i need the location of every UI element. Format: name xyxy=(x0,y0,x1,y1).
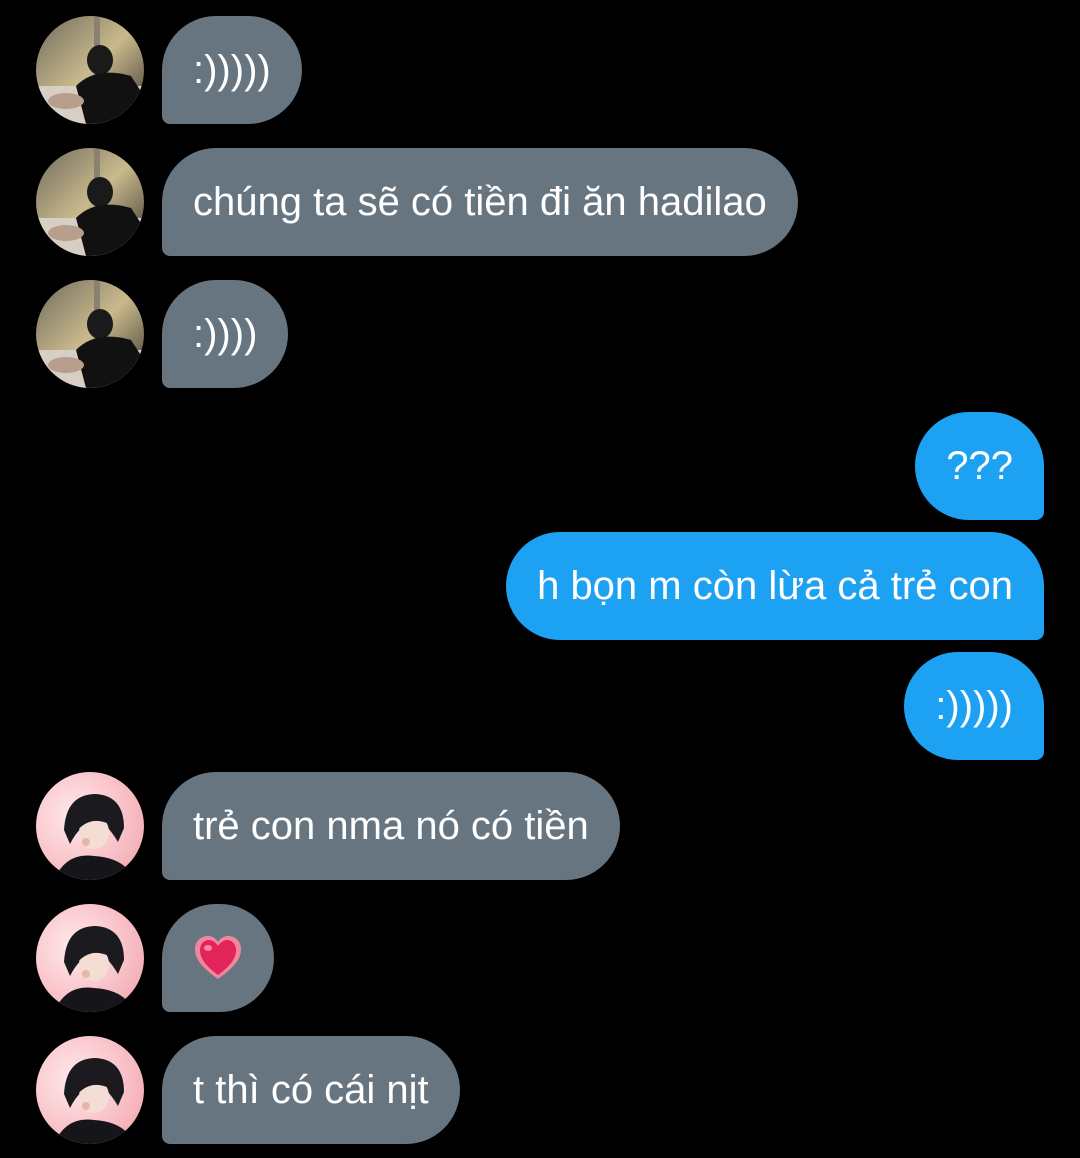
avatar[interactable] xyxy=(36,148,144,256)
beating-heart-icon xyxy=(195,936,241,979)
message-bubble[interactable]: t thì có cái nịt xyxy=(162,1036,460,1144)
message-text: t thì có cái nịt xyxy=(193,1067,429,1112)
avatar-photo-icon xyxy=(36,280,144,388)
message-row xyxy=(0,904,1080,1012)
message-bubble[interactable]: ??? xyxy=(915,412,1044,520)
message-text: chúng ta sẽ có tiền đi ăn hadilao xyxy=(193,179,767,224)
message-row: :))))) xyxy=(0,16,1080,124)
avatar-photo-icon xyxy=(36,904,144,1012)
message-text: :)))) xyxy=(193,311,258,356)
message-row: :))))) xyxy=(0,652,1080,760)
avatar-photo-icon xyxy=(36,16,144,124)
message-text: :))))) xyxy=(935,683,1013,728)
message-bubble[interactable]: h bọn m còn lừa cả trẻ con xyxy=(506,532,1044,640)
avatar[interactable] xyxy=(36,1036,144,1144)
avatar-photo-icon xyxy=(36,148,144,256)
avatar[interactable] xyxy=(36,772,144,880)
avatar-photo-icon xyxy=(36,772,144,880)
avatar[interactable] xyxy=(36,904,144,1012)
message-row: :)))) xyxy=(0,280,1080,388)
avatar[interactable] xyxy=(36,16,144,124)
message-text: h bọn m còn lừa cả trẻ con xyxy=(537,563,1013,608)
avatar-photo-icon xyxy=(36,1036,144,1144)
message-text: ??? xyxy=(946,443,1013,488)
message-row: trẻ con nma nó có tiền xyxy=(0,772,1080,880)
message-bubble[interactable]: :))))) xyxy=(904,652,1044,760)
message-text: trẻ con nma nó có tiền xyxy=(193,803,589,848)
message-bubble[interactable]: :))))) xyxy=(162,16,302,124)
avatar[interactable] xyxy=(36,280,144,388)
message-row: t thì có cái nịt xyxy=(0,1036,1080,1144)
message-bubble[interactable] xyxy=(162,904,274,1012)
message-row: h bọn m còn lừa cả trẻ con xyxy=(0,532,1080,640)
message-bubble[interactable]: trẻ con nma nó có tiền xyxy=(162,772,620,880)
message-row: chúng ta sẽ có tiền đi ăn hadilao xyxy=(0,148,1080,256)
message-bubble[interactable]: chúng ta sẽ có tiền đi ăn hadilao xyxy=(162,148,798,256)
message-bubble[interactable]: :)))) xyxy=(162,280,289,388)
message-row: ??? xyxy=(0,412,1080,520)
message-text: :))))) xyxy=(193,47,271,92)
